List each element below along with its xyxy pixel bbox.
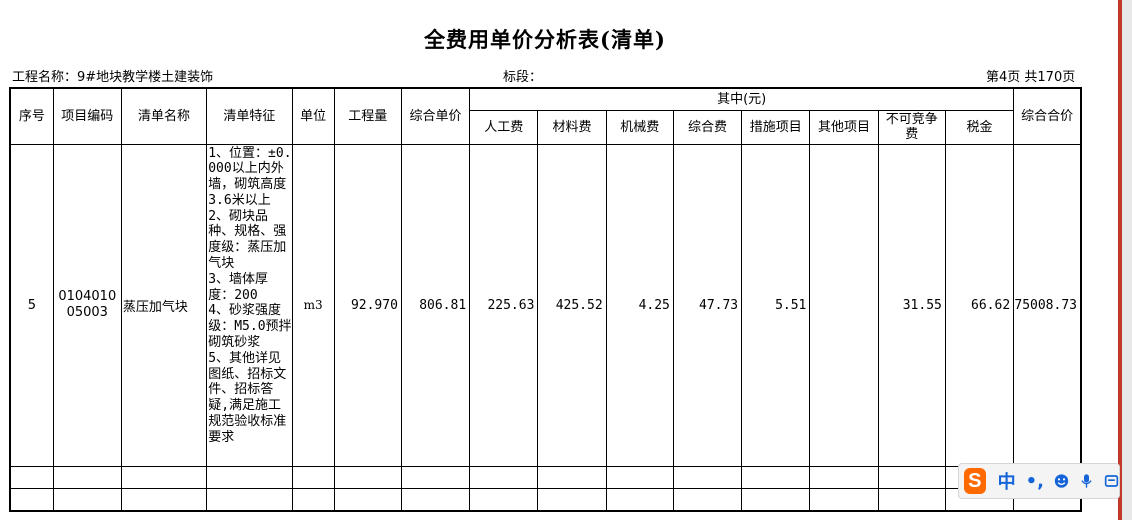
table-row — [9, 465, 1082, 489]
window-edge-accent — [1118, 0, 1122, 520]
header-noncompetitive: 不可竞争费 — [877, 109, 946, 145]
header-seq: 序号 — [9, 87, 54, 145]
cell-unit-price: 806.81 — [400, 143, 471, 467]
emoji-icon[interactable] — [1054, 472, 1069, 490]
punctuation-toggle[interactable]: •, — [1026, 471, 1044, 492]
header-code: 项目编码 — [52, 87, 122, 145]
header-machine: 机械费 — [605, 109, 674, 145]
cell-other — [809, 143, 879, 467]
keyboard-icon[interactable] — [1104, 472, 1119, 490]
header-labor: 人工费 — [469, 109, 539, 145]
header-unit-price: 综合单价 — [400, 87, 471, 145]
cell-quantity: 92.970 — [333, 143, 402, 467]
table-row: 5 010401005003 蒸压加气块 1、位置：±0.000以上内外墙，砌筑… — [9, 143, 1082, 467]
ime-toolbar[interactable]: S 中 •, — [958, 463, 1120, 499]
cell-code: 010401005003 — [52, 143, 122, 467]
cell-material: 425.52 — [537, 143, 607, 467]
header-name: 清单名称 — [120, 87, 208, 145]
page-title: 全费用单价分析表(清单) — [424, 27, 666, 52]
page-number: 第4页 共170页 — [986, 70, 1076, 85]
cell-total: 75008.73 — [1013, 143, 1082, 467]
sogou-logo-icon[interactable]: S — [964, 468, 986, 494]
project-name: 工程名称：9#地块教学楼土建装饰 — [12, 70, 214, 85]
header-feature: 清单特征 — [206, 87, 293, 145]
cell-name: 蒸压加气块 — [120, 143, 208, 467]
header-total: 综合合价 — [1013, 87, 1082, 145]
header-other: 其他项目 — [809, 109, 879, 145]
cell-tax: 66.62 — [944, 143, 1015, 467]
header-group: 其中(元) — [469, 87, 1015, 111]
cell-seq: 5 — [9, 143, 54, 467]
ime-mode-toggle[interactable]: 中 — [998, 468, 1016, 494]
cell-unit: m3 — [291, 143, 335, 467]
header-material: 材料费 — [537, 109, 607, 145]
document-page: 全费用单价分析表(清单) 工程名称：9#地块教学楼土建装饰 标段： 第4页 共1… — [0, 0, 1118, 520]
header-unit: 单位 — [291, 87, 335, 145]
section-label: 标段： — [503, 70, 543, 85]
cell-labor: 225.63 — [469, 143, 539, 467]
cell-measures: 5.51 — [741, 143, 811, 467]
header-tax: 税金 — [944, 109, 1015, 145]
cell-overhead: 47.73 — [672, 143, 743, 467]
header-overhead: 综合费 — [672, 109, 743, 145]
microphone-icon[interactable] — [1079, 472, 1094, 490]
cell-feature: 1、位置：±0.000以上内外墙，砌筑高度3.6米以上 2、砌块品种、规格、强度… — [206, 143, 293, 467]
cell-machine: 4.25 — [605, 143, 674, 467]
header-quantity: 工程量 — [333, 87, 402, 145]
window-edge — [1118, 0, 1132, 520]
cell-code-text: 010401005003 — [58, 289, 117, 320]
header-measures: 措施项目 — [741, 109, 811, 145]
cell-noncompetitive: 31.55 — [877, 143, 946, 467]
analysis-table: 序号 项目编码 清单名称 清单特征 单位 工程量 综合单价 其中(元) 综合合价… — [9, 87, 1082, 512]
table-row — [9, 487, 1082, 511]
